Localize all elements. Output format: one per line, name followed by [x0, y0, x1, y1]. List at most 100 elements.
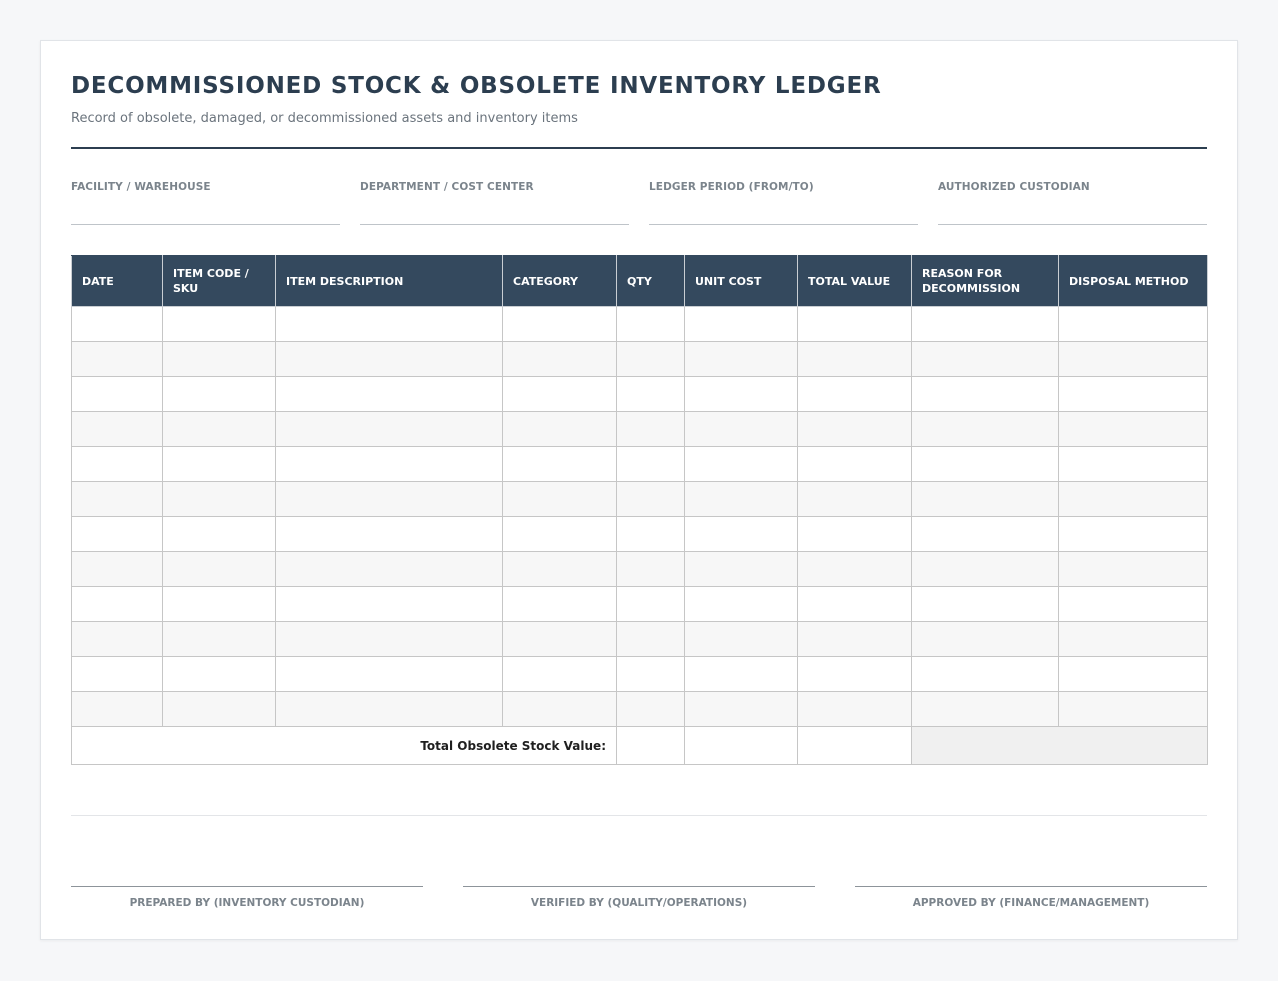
cell-total-value[interactable]: [797, 691, 912, 727]
cell-date[interactable]: [71, 656, 163, 692]
cell-qty[interactable]: [616, 551, 685, 587]
cell-total-value[interactable]: [797, 516, 912, 552]
cell-date[interactable]: [71, 446, 163, 482]
cell-category[interactable]: [502, 516, 617, 552]
cell-item-description[interactable]: [275, 551, 503, 587]
cell-qty[interactable]: [616, 411, 685, 447]
total-unit-cost-cell[interactable]: [684, 726, 798, 765]
cell-item-description[interactable]: [275, 586, 503, 622]
cell-unit-cost[interactable]: [684, 376, 798, 412]
cell-item-code[interactable]: [162, 376, 276, 412]
cell-unit-cost[interactable]: [684, 656, 798, 692]
cell-category[interactable]: [502, 586, 617, 622]
cell-category[interactable]: [502, 481, 617, 517]
cell-disposal-method[interactable]: [1058, 586, 1208, 622]
cell-item-code[interactable]: [162, 411, 276, 447]
cell-reason[interactable]: [911, 621, 1059, 657]
cell-total-value[interactable]: [797, 656, 912, 692]
total-qty-cell[interactable]: [616, 726, 685, 765]
cell-item-description[interactable]: [275, 621, 503, 657]
cell-qty[interactable]: [616, 586, 685, 622]
cell-disposal-method[interactable]: [1058, 551, 1208, 587]
cell-item-code[interactable]: [162, 341, 276, 377]
cell-item-description[interactable]: [275, 411, 503, 447]
cell-disposal-method[interactable]: [1058, 376, 1208, 412]
cell-item-code[interactable]: [162, 446, 276, 482]
total-value-cell[interactable]: [797, 726, 912, 765]
cell-reason[interactable]: [911, 551, 1059, 587]
cell-total-value[interactable]: [797, 376, 912, 412]
cell-total-value[interactable]: [797, 586, 912, 622]
signature-approved-by[interactable]: APPROVED BY (FINANCE/MANAGEMENT): [855, 886, 1207, 909]
cell-reason[interactable]: [911, 411, 1059, 447]
cell-unit-cost[interactable]: [684, 411, 798, 447]
cell-date[interactable]: [71, 691, 163, 727]
cell-item-code[interactable]: [162, 621, 276, 657]
signature-prepared-by[interactable]: PREPARED BY (INVENTORY CUSTODIAN): [71, 886, 423, 909]
cell-category[interactable]: [502, 621, 617, 657]
facility-field[interactable]: FACILITY / WAREHOUSE: [71, 181, 340, 225]
cell-category[interactable]: [502, 656, 617, 692]
cell-category[interactable]: [502, 446, 617, 482]
cell-category[interactable]: [502, 341, 617, 377]
cell-category[interactable]: [502, 376, 617, 412]
cell-unit-cost[interactable]: [684, 516, 798, 552]
cell-reason[interactable]: [911, 656, 1059, 692]
cell-reason[interactable]: [911, 446, 1059, 482]
cell-item-description[interactable]: [275, 376, 503, 412]
cell-date[interactable]: [71, 621, 163, 657]
ledger-period-field[interactable]: LEDGER PERIOD (FROM/TO): [649, 181, 918, 225]
cell-date[interactable]: [71, 481, 163, 517]
cell-item-code[interactable]: [162, 516, 276, 552]
cell-reason[interactable]: [911, 341, 1059, 377]
cell-disposal-method[interactable]: [1058, 341, 1208, 377]
cell-category[interactable]: [502, 691, 617, 727]
ledger-period-value[interactable]: [649, 201, 918, 217]
cell-disposal-method[interactable]: [1058, 446, 1208, 482]
cell-item-description[interactable]: [275, 341, 503, 377]
cell-disposal-method[interactable]: [1058, 656, 1208, 692]
signature-verified-by[interactable]: VERIFIED BY (QUALITY/OPERATIONS): [463, 886, 815, 909]
cell-disposal-method[interactable]: [1058, 691, 1208, 727]
cell-item-code[interactable]: [162, 481, 276, 517]
cell-qty[interactable]: [616, 621, 685, 657]
cell-item-code[interactable]: [162, 306, 276, 342]
cell-total-value[interactable]: [797, 551, 912, 587]
cell-unit-cost[interactable]: [684, 551, 798, 587]
department-field[interactable]: DEPARTMENT / COST CENTER: [360, 181, 629, 225]
cell-item-description[interactable]: [275, 306, 503, 342]
cell-total-value[interactable]: [797, 446, 912, 482]
cell-date[interactable]: [71, 341, 163, 377]
cell-qty[interactable]: [616, 446, 685, 482]
cell-date[interactable]: [71, 411, 163, 447]
cell-category[interactable]: [502, 551, 617, 587]
cell-qty[interactable]: [616, 691, 685, 727]
cell-unit-cost[interactable]: [684, 446, 798, 482]
cell-unit-cost[interactable]: [684, 306, 798, 342]
cell-category[interactable]: [502, 306, 617, 342]
cell-date[interactable]: [71, 586, 163, 622]
cell-reason[interactable]: [911, 306, 1059, 342]
cell-reason[interactable]: [911, 516, 1059, 552]
cell-date[interactable]: [71, 516, 163, 552]
department-value[interactable]: [360, 201, 629, 217]
cell-item-description[interactable]: [275, 691, 503, 727]
cell-disposal-method[interactable]: [1058, 621, 1208, 657]
cell-total-value[interactable]: [797, 306, 912, 342]
cell-item-code[interactable]: [162, 691, 276, 727]
custodian-field[interactable]: AUTHORIZED CUSTODIAN: [938, 181, 1207, 225]
cell-item-code[interactable]: [162, 551, 276, 587]
cell-item-description[interactable]: [275, 446, 503, 482]
cell-qty[interactable]: [616, 341, 685, 377]
cell-item-code[interactable]: [162, 586, 276, 622]
facility-value[interactable]: [71, 201, 340, 217]
cell-date[interactable]: [71, 376, 163, 412]
cell-qty[interactable]: [616, 376, 685, 412]
cell-disposal-method[interactable]: [1058, 411, 1208, 447]
cell-total-value[interactable]: [797, 481, 912, 517]
cell-qty[interactable]: [616, 656, 685, 692]
cell-reason[interactable]: [911, 376, 1059, 412]
cell-qty[interactable]: [616, 516, 685, 552]
cell-date[interactable]: [71, 551, 163, 587]
cell-unit-cost[interactable]: [684, 481, 798, 517]
